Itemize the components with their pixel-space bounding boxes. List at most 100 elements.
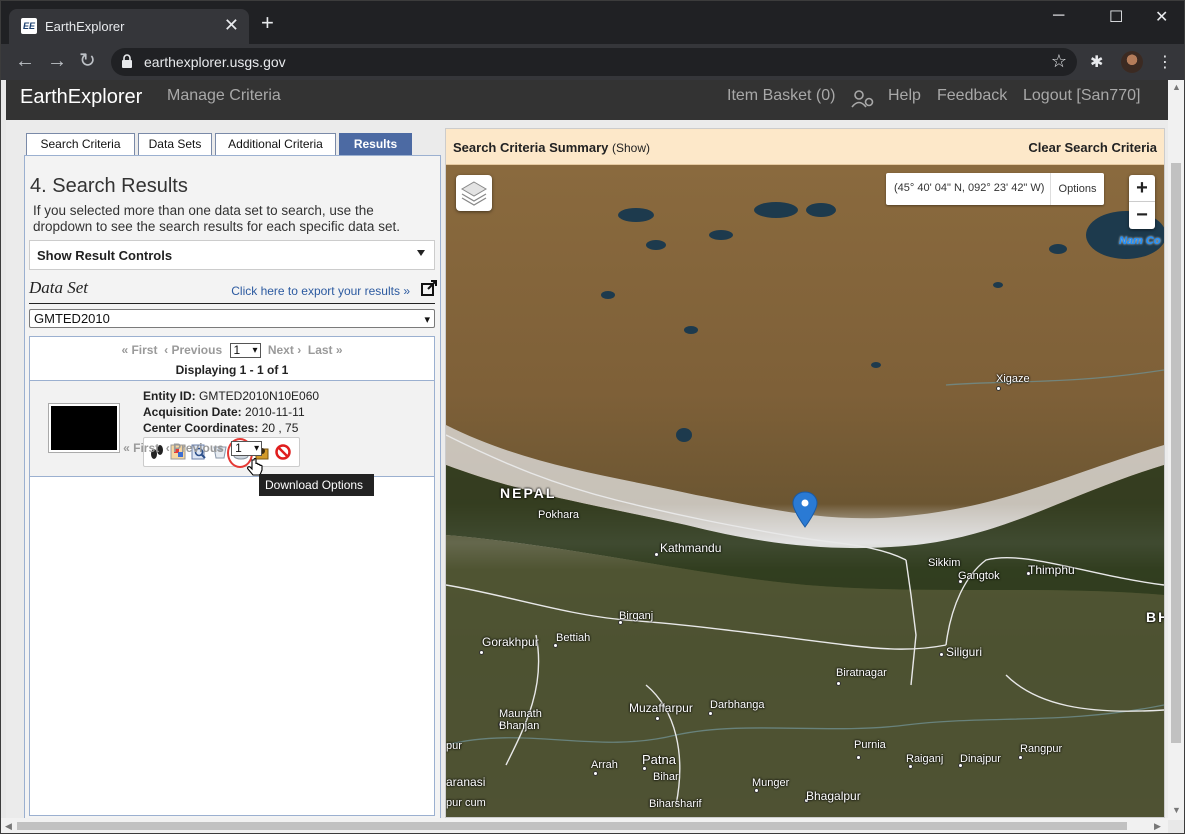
bookmark-star-icon[interactable]: ☆ [1051,51,1067,72]
pager-previous-bottom[interactable]: ‹ Previous [166,441,224,455]
download-options-tooltip: Download Options [259,474,374,496]
logout-link[interactable]: Logout [San770] [1023,87,1140,105]
window-close-icon[interactable]: ✕ [1155,7,1168,27]
center-coordinates-label: Center Coordinates: [143,421,259,435]
map-label-rangpur: Rangpur [1020,743,1063,755]
user-settings-icon[interactable] [851,89,875,109]
horizontal-scrollbar[interactable]: ◀ ▶ [1,818,1168,833]
entity-id-value: GMTED2010N10E060 [199,389,320,403]
zoom-in-button[interactable]: + [1129,175,1155,202]
dataset-label: Data Set [29,278,89,297]
clear-search-criteria-button[interactable]: Clear Search Criteria [1028,140,1157,155]
satellite-map[interactable]: (45° 40' 04" N, 092° 23' 42" W) Options … [446,165,1164,817]
map-label-xigaze: Xigaze [996,373,1030,385]
result-metadata: Entity ID: GMTED2010N10E060 Acquisition … [143,388,319,436]
panel-description: If you selected more than one data set t… [33,203,400,234]
map-label-purcum: pur cum [446,797,486,809]
browser-menu-icon[interactable]: ⋮ [1157,52,1173,72]
layers-button[interactable] [456,175,492,211]
map-label-biharsharif: Biharsharif [649,798,702,810]
city-dot [655,716,660,721]
scroll-up-icon[interactable]: ▲ [1172,82,1181,92]
browser-toolbar: ← → ↻ earthexplorer.usgs.gov ☆ ✱ ⋮ [1,44,1184,80]
map-label-dinajpur: Dinajpur [960,753,1001,765]
profile-avatar[interactable] [1121,51,1143,73]
tab-results[interactable]: Results [339,133,412,155]
scroll-right-icon[interactable]: ▶ [1154,821,1161,832]
map-label-sikkim: Sikkim [928,557,961,569]
url-text: earthexplorer.usgs.gov [144,54,286,70]
minimize-icon[interactable]: ─ [1053,7,1064,25]
pager-last[interactable]: Last » [308,343,343,357]
page-select[interactable]: 1 [229,343,261,359]
map-label-siliguri: Siliguri [946,645,983,659]
feedback-link[interactable]: Feedback [937,87,1007,105]
map-options-button[interactable]: Options [1050,173,1104,205]
pager-previous[interactable]: ‹ Previous [164,343,222,357]
city-dot [836,681,841,686]
summary-title-text: Search Criteria Summary [453,140,609,155]
tab-data-sets[interactable]: Data Sets [138,133,212,155]
browser-tab[interactable]: EE EarthExplorer ✕ [9,9,249,44]
summary-show-link[interactable]: (Show) [612,141,650,155]
coordinate-readout: (45° 40' 04" N, 092° 23' 42" W) Options [886,173,1104,205]
city-dot [856,755,861,760]
export-results-link[interactable]: Click here to export your results » [231,284,410,298]
pager-first-bottom[interactable]: « First [123,441,159,455]
tab-search-criteria[interactable]: Search Criteria [26,133,135,155]
tab-additional-criteria[interactable]: Additional Criteria [215,133,336,155]
pager-next[interactable]: Next › [268,343,301,357]
extensions-puzzle-icon[interactable]: ✱ [1090,52,1103,72]
external-link-icon[interactable] [421,280,437,296]
vertical-scroll-thumb[interactable] [1171,163,1181,743]
map-label-maunath: Maunath [499,708,542,720]
maximize-icon[interactable]: ☐ [1109,7,1123,27]
results-panel: 4. Search Results If you selected more t… [24,155,441,820]
map-label-namco: Nam Co [1119,235,1161,247]
tab-close-icon[interactable]: ✕ [224,16,239,34]
result-controls-toggle[interactable]: Show Result Controls [29,240,435,270]
city-dot [654,552,659,557]
search-criteria-summary-bar: Search Criteria Summary (Show) Clear Sea… [446,129,1164,165]
lock-icon [122,54,132,68]
site-header: EarthExplorer Manage Criteria Item Baske… [6,80,1168,120]
map-label-purnia: Purnia [854,739,886,751]
page-select-bottom[interactable]: 1 [231,441,263,457]
map-label-biratnagar: Biratnagar [836,667,887,679]
pager-first[interactable]: « First [121,343,157,357]
scroll-down-icon[interactable]: ▼ [1172,805,1181,815]
layers-icon [461,181,487,206]
result-controls-label: Show Result Controls [37,248,173,263]
map-panel: Search Criteria Summary (Show) Clear Sea… [445,128,1165,818]
zoom-control: + − [1129,175,1155,229]
map-label-thimphu: Thimphu [1028,563,1075,577]
address-bar[interactable]: earthexplorer.usgs.gov ☆ [111,48,1077,76]
vertical-scrollbar[interactable]: ▲ ▼ [1168,80,1184,820]
zoom-out-button[interactable]: − [1129,202,1155,229]
horizontal-scroll-thumb[interactable] [17,822,1127,830]
results-list: « First ‹ Previous 1 Next › Last » Displ… [29,336,435,816]
panel-title: 4. Search Results [30,175,188,197]
dataset-select-value: GMTED2010 [34,311,110,326]
scroll-left-icon[interactable]: ◀ [5,821,12,832]
page-body: Search Criteria Data Sets Additional Cri… [6,120,1168,820]
reload-icon[interactable]: ↻ [79,50,96,72]
help-link[interactable]: Help [888,87,921,105]
map-label-bhagalpur: Bhagalpur [806,789,861,803]
map-label-bh: BH [1146,609,1164,625]
manage-criteria-link[interactable]: Manage Criteria [167,87,281,105]
city-dot [1018,755,1023,760]
entity-id-label: Entity ID: [143,389,196,403]
dataset-select[interactable]: GMTED2010 ▾ [29,309,435,328]
site-brand[interactable]: EarthExplorer [20,86,142,109]
item-basket-link[interactable]: Item Basket (0) [727,87,835,105]
map-label-bihar: Bihar [653,771,679,783]
map-label-aranasi: aranasi [446,775,486,789]
back-arrow-icon[interactable]: ← [15,50,35,72]
map-label-pokhara: Pokhara [538,509,579,521]
tab-bar: EE EarthExplorer ✕ + ─ ☐ ✕ [1,1,1184,44]
new-tab-button[interactable]: + [261,12,274,34]
map-label-gangtok: Gangtok [958,570,1000,582]
forward-arrow-icon[interactable]: → [47,50,67,72]
map-label-gorakhpur: Gorakhpur [482,635,539,649]
